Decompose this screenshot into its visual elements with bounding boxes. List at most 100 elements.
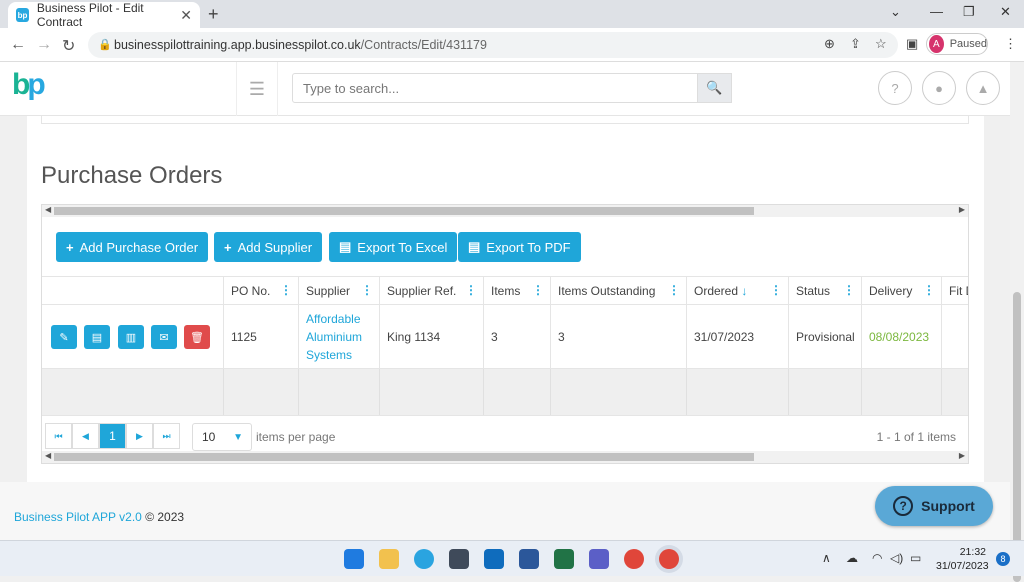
grid-bottom-scroll-thumb[interactable] xyxy=(54,453,754,461)
minimize-icon[interactable]: — xyxy=(930,4,943,19)
export-pdf-button[interactable]: ▤ Export To PDF xyxy=(458,232,581,262)
delete-icon[interactable]: 🗑 xyxy=(184,325,210,349)
supplier-link[interactable]: Affordable Aluminium Systems xyxy=(298,305,379,369)
next-page-icon[interactable]: ▶ xyxy=(126,423,153,449)
col-ordered[interactable]: Ordered ↓ ⋮ xyxy=(686,277,788,305)
business-pilot-logo[interactable]: bp xyxy=(12,68,46,102)
volume-icon[interactable]: ◁) xyxy=(890,551,903,565)
side-panel-icon[interactable]: ▣ xyxy=(906,36,918,52)
col-label: Fit D xyxy=(949,284,968,298)
email-icon[interactable]: ✉ xyxy=(151,325,177,349)
app-version-link[interactable]: Business Pilot APP v2.0 xyxy=(14,510,142,524)
profile-button[interactable]: A Paused xyxy=(926,33,988,55)
teams-icon[interactable] xyxy=(589,549,609,569)
column-menu-icon[interactable]: ⋮ xyxy=(923,283,935,297)
export-excel-button[interactable]: ▤ Export To Excel xyxy=(329,232,458,262)
taskbar-clock[interactable]: 21:32 31/07/2023 xyxy=(936,545,989,573)
page-number-button[interactable]: 1 xyxy=(99,423,126,449)
col-po-no[interactable]: PO No. ⋮ xyxy=(223,277,298,305)
excel-icon[interactable] xyxy=(554,549,574,569)
close-tab-icon[interactable]: ✕ xyxy=(180,7,192,24)
column-menu-icon[interactable]: ⋮ xyxy=(668,283,680,297)
col-fit-date[interactable]: Fit D xyxy=(941,277,968,305)
empty-row xyxy=(42,369,968,415)
reload-icon[interactable]: ↻ xyxy=(62,36,75,56)
pdf-icon[interactable]: ▥ xyxy=(118,325,144,349)
bookmark-star-icon[interactable]: ☆ xyxy=(875,36,887,52)
col-supplier[interactable]: Supplier ⋮ xyxy=(298,277,379,305)
add-supplier-button[interactable]: + Add Supplier xyxy=(214,232,323,262)
word-icon[interactable] xyxy=(519,549,539,569)
page-size-select[interactable]: 10 ▼ xyxy=(192,423,252,451)
column-menu-icon[interactable]: ⋮ xyxy=(361,283,373,297)
start-icon[interactable] xyxy=(344,549,364,569)
sort-desc-icon[interactable]: ↓ xyxy=(741,284,747,298)
cell-items: 3 xyxy=(483,305,550,369)
last-page-icon[interactable]: ⏭ xyxy=(153,423,180,449)
col-label: PO No. xyxy=(231,284,271,298)
column-menu-icon[interactable]: ⋮ xyxy=(532,283,544,297)
browser-tab-bar: bp Business Pilot - Edit Contract ✕ + ⌄ … xyxy=(0,0,1024,29)
chrome-icon[interactable] xyxy=(624,549,644,569)
column-menu-icon[interactable]: ⋮ xyxy=(770,283,782,297)
cloud-icon[interactable]: ☁ xyxy=(846,551,858,565)
battery-icon[interactable]: ▭ xyxy=(910,551,921,565)
document-icon[interactable]: ▤ xyxy=(84,325,110,349)
scroll-right-icon[interactable]: ▶ xyxy=(959,451,965,460)
support-label: Support xyxy=(921,498,975,514)
col-status[interactable]: Status ⋮ xyxy=(788,277,861,305)
column-menu-icon[interactable]: ⋮ xyxy=(465,283,477,297)
search-icon[interactable]: 🔍 xyxy=(697,73,732,103)
browser-menu-icon[interactable]: ⋮ xyxy=(1004,36,1017,52)
column-menu-icon[interactable]: ⋮ xyxy=(280,283,292,297)
tab-search-icon[interactable]: ⌄ xyxy=(890,4,901,20)
support-button[interactable]: ? Support xyxy=(875,486,993,526)
restore-icon[interactable]: ❐ xyxy=(963,4,975,20)
outlook-icon[interactable] xyxy=(484,549,504,569)
scroll-left-icon[interactable]: ◀ xyxy=(45,451,51,460)
table-row: ✎ ▤ ▥ ✉ 🗑 1125 Affordable Aluminium Syst… xyxy=(42,305,968,369)
page-scrollbar-thumb[interactable] xyxy=(1013,292,1021,582)
bell-icon[interactable]: ▲ xyxy=(966,71,1000,105)
chevron-down-icon: ▼ xyxy=(233,431,243,443)
edge-icon[interactable] xyxy=(414,549,434,569)
page-scrollbar[interactable] xyxy=(1010,62,1024,582)
col-delivery[interactable]: Delivery ⋮ xyxy=(861,277,941,305)
col-supplier-ref[interactable]: Supplier Ref. ⋮ xyxy=(379,277,483,305)
back-icon[interactable]: ← xyxy=(10,36,26,54)
column-menu-icon[interactable]: ⋮ xyxy=(843,283,855,297)
col-items-outstanding[interactable]: Items Outstanding ⋮ xyxy=(550,277,686,305)
help-icon[interactable]: ? xyxy=(878,71,912,105)
search-input[interactable]: Type to search... xyxy=(292,73,698,103)
first-page-icon[interactable]: ⏮ xyxy=(45,423,72,449)
help-circle-icon: ? xyxy=(893,496,914,516)
scroll-right-icon[interactable]: ▶ xyxy=(959,205,965,214)
close-window-icon[interactable]: ✕ xyxy=(1000,4,1011,20)
user-icon[interactable]: ● xyxy=(922,71,956,105)
chrome-active-icon[interactable] xyxy=(659,549,679,569)
prev-page-icon[interactable]: ◀ xyxy=(72,423,99,449)
store-icon[interactable] xyxy=(449,549,469,569)
add-purchase-order-button[interactable]: + Add Purchase Order xyxy=(56,232,209,262)
hamburger-menu-icon[interactable]: ☰ xyxy=(236,62,278,116)
edit-icon[interactable]: ✎ xyxy=(51,325,77,349)
zoom-icon[interactable]: ⊕ xyxy=(824,36,835,52)
scroll-left-icon[interactable]: ◀ xyxy=(45,205,51,214)
grid-top-scroll-thumb[interactable] xyxy=(54,207,754,215)
col-items[interactable]: Items ⋮ xyxy=(483,277,550,305)
forward-icon[interactable]: → xyxy=(36,36,52,54)
file-explorer-icon[interactable] xyxy=(379,549,399,569)
share-icon[interactable]: ⇪ xyxy=(850,36,861,52)
url-field[interactable]: 🔒 businesspilottraining.app.businesspilo… xyxy=(88,32,898,58)
new-tab-icon[interactable]: + xyxy=(208,4,219,25)
pdf-file-icon: ▤ xyxy=(468,239,481,254)
wifi-icon[interactable]: ◠ xyxy=(872,551,882,565)
notification-badge[interactable]: 8 xyxy=(996,552,1010,566)
add-po-label: Add Purchase Order xyxy=(79,239,199,255)
tray-chevron-icon[interactable]: ∧ xyxy=(822,551,831,565)
cell-fit-date xyxy=(941,305,968,369)
browser-tab[interactable]: bp Business Pilot - Edit Contract ✕ xyxy=(8,1,200,29)
grid-bottom-scrollbar[interactable]: ◀ ▶ xyxy=(42,451,968,463)
url-host: businesspilottraining.app.businesspilot.… xyxy=(114,38,361,52)
grid-top-scrollbar[interactable]: ◀ ▶ xyxy=(42,205,968,217)
